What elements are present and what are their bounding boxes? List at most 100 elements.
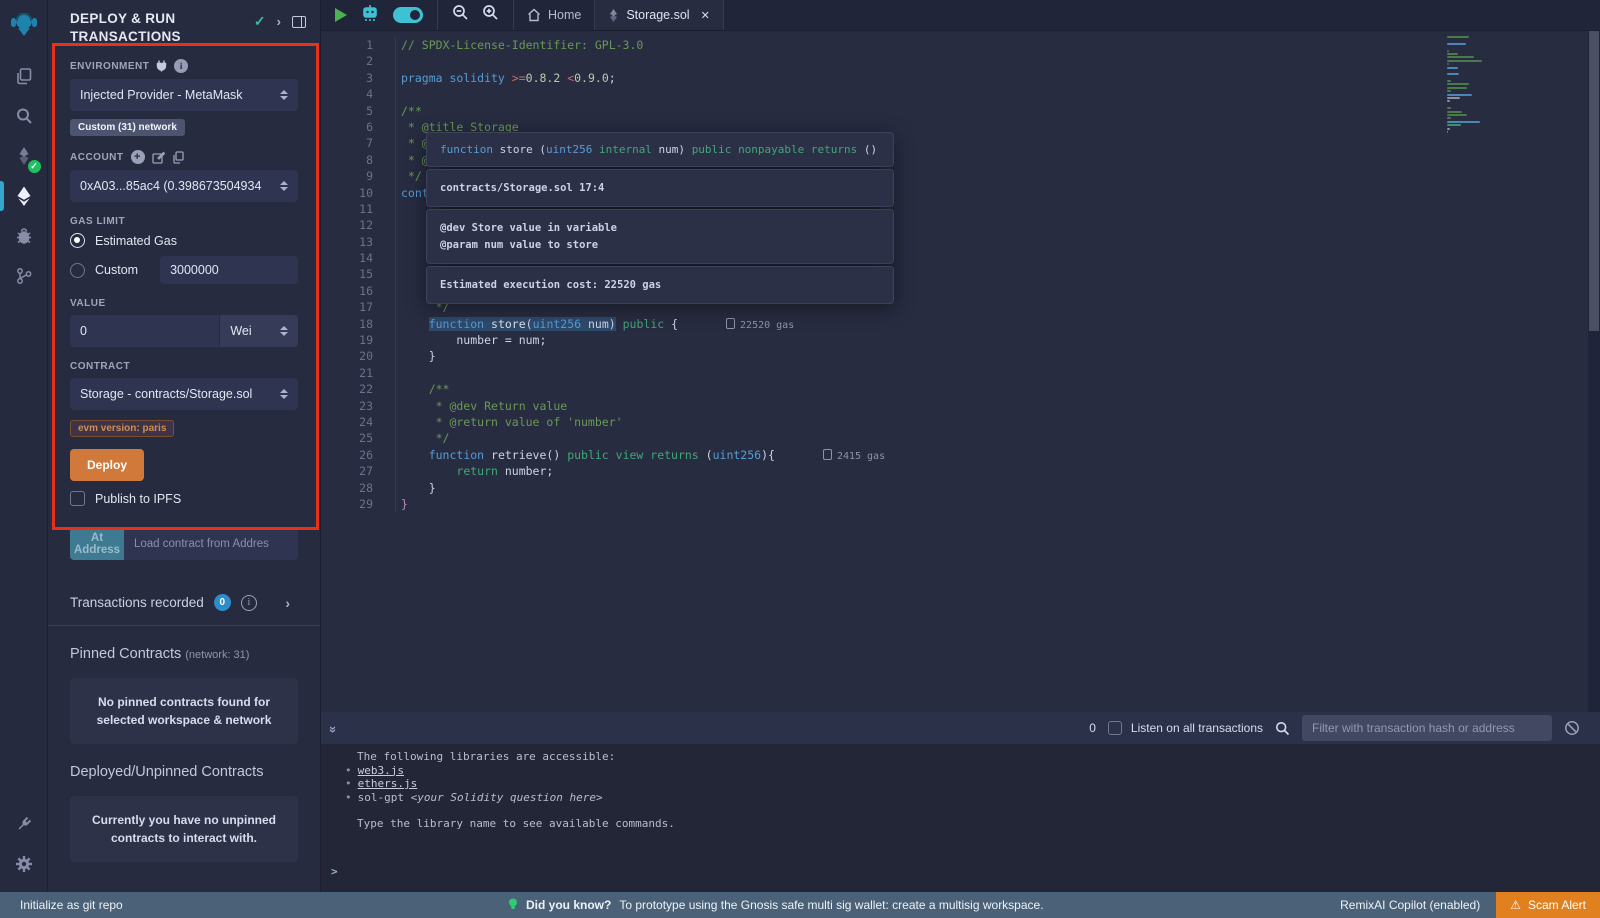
- terminal-intro: The following libraries are accessible:: [345, 750, 1600, 764]
- ethersjs-link[interactable]: ethers.js: [358, 777, 418, 790]
- scam-alert-button[interactable]: ⚠ Scam Alert: [1496, 892, 1600, 918]
- terminal-filter-input[interactable]: [1302, 715, 1552, 741]
- scrollbar-thumb[interactable]: [1589, 31, 1599, 331]
- main-area: Home Storage.sol ✕ 123456789101112131415…: [321, 0, 1600, 892]
- code-editor[interactable]: 1234567891011121314151617181920212223242…: [321, 31, 1600, 712]
- deploy-run-icon[interactable]: [0, 176, 48, 216]
- debugger-icon[interactable]: [0, 216, 48, 256]
- home-icon: [527, 8, 541, 22]
- contract-label: CONTRACT: [70, 361, 130, 372]
- plugin-manager-icon[interactable]: [0, 804, 48, 844]
- zoom-out-icon[interactable]: [452, 4, 469, 26]
- settings-gear-icon[interactable]: [0, 844, 48, 884]
- run-script-button[interactable]: [335, 8, 347, 22]
- contract-section: CONTRACT Storage - contracts/Storage.sol…: [70, 361, 298, 560]
- close-tab-icon[interactable]: ✕: [701, 9, 710, 22]
- pinned-empty-message: No pinned contracts found for selected w…: [70, 678, 298, 744]
- terminal-library-item: sol-gpt <your Solidity question here>: [357, 791, 1600, 805]
- copilot-status[interactable]: RemixAI Copilot (enabled): [1340, 898, 1480, 912]
- custom-gas-radio[interactable]: [70, 263, 85, 278]
- value-input[interactable]: [80, 324, 209, 338]
- environment-label: ENVIRONMENT: [70, 61, 149, 72]
- transactions-expand-icon[interactable]: ›: [285, 595, 290, 611]
- select-caret-icon: [280, 181, 288, 191]
- web3js-link[interactable]: web3.js: [358, 764, 404, 777]
- terminal-collapse-icon[interactable]: »: [326, 725, 341, 730]
- editor-scrollbar[interactable]: [1588, 31, 1600, 712]
- unpinned-empty-message: Currently you have no unpinned contracts…: [70, 796, 298, 862]
- evm-version-badge: evm version: paris: [70, 420, 174, 437]
- function-hover-tooltip: function store (uint256 internal num) pu…: [426, 132, 894, 306]
- pinned-contracts-title: Pinned Contracts: [70, 646, 181, 662]
- solidity-file-icon: [608, 9, 619, 22]
- remix-ide-window: ✓ DEPLOY & RUN TRANSACTIONS ✓ ›: [0, 0, 1600, 918]
- publish-ipfs-label: Publish to IPFS: [95, 492, 181, 506]
- select-caret-icon: [280, 90, 288, 100]
- environment-section: ENVIRONMENT i Injected Provider - MetaMa…: [70, 59, 298, 136]
- account-label: ACCOUNT: [70, 152, 124, 163]
- active-plugin-indicator: [0, 181, 4, 211]
- terminal-tx-count: 0: [1089, 721, 1096, 735]
- transactions-recorded-row: Transactions recorded 0 i ›: [48, 574, 320, 625]
- tab-home[interactable]: Home: [514, 0, 595, 30]
- remix-logo-icon[interactable]: [0, 0, 48, 48]
- line-numbers: 1234567891011121314151617181920212223242…: [321, 37, 395, 512]
- ai-copilot-icon[interactable]: [360, 4, 380, 27]
- panel-pin-icon[interactable]: [292, 16, 306, 28]
- contract-select[interactable]: Storage - contracts/Storage.sol: [70, 378, 298, 410]
- at-address-button[interactable]: At Address: [70, 528, 124, 560]
- account-select[interactable]: 0xA03...85ac4 (0.398673504934: [70, 170, 298, 202]
- file-explorer-icon[interactable]: [0, 56, 48, 96]
- edit-account-icon[interactable]: [152, 151, 165, 164]
- value-label: VALUE: [70, 298, 106, 309]
- tab-storage-sol[interactable]: Storage.sol ✕: [595, 0, 723, 30]
- network-badge: Custom (31) network: [70, 119, 185, 136]
- solidity-compiler-icon[interactable]: ✓: [0, 136, 48, 176]
- deploy-button[interactable]: Deploy: [70, 449, 144, 481]
- estimated-gas-radio[interactable]: [70, 233, 85, 248]
- git-icon[interactable]: [0, 256, 48, 296]
- value-unit-select[interactable]: Wei: [220, 315, 298, 347]
- did-you-know-tip: Did you know? To prototype using the Gno…: [508, 898, 1044, 912]
- terminal-library-item: ethers.js: [357, 777, 1600, 791]
- terminal-toolbar: » 0 Listen on all transactions: [321, 712, 1600, 744]
- editor-toolbar: Home Storage.sol ✕: [321, 0, 1600, 31]
- select-caret-icon: [280, 326, 288, 336]
- copy-account-icon[interactable]: [172, 151, 184, 164]
- copilot-toggle[interactable]: [393, 7, 423, 23]
- listen-all-label: Listen on all transactions: [1131, 721, 1263, 735]
- environment-info-icon[interactable]: i: [174, 59, 188, 73]
- unpinned-contracts-title: Deployed/Unpinned Contracts: [70, 764, 263, 780]
- git-init-button[interactable]: Initialize as git repo: [0, 898, 123, 912]
- unpinned-contracts-section: Deployed/Unpinned Contracts Currently yo…: [48, 764, 320, 882]
- transactions-recorded-label: Transactions recorded: [70, 595, 204, 610]
- deploy-run-panel: DEPLOY & RUN TRANSACTIONS ✓ › ENVIRONMEN…: [48, 0, 321, 892]
- at-address-input[interactable]: [124, 528, 298, 560]
- search-icon[interactable]: [0, 96, 48, 136]
- status-bar: Initialize as git repo Did you know? To …: [0, 892, 1600, 918]
- add-account-icon[interactable]: +: [131, 150, 145, 164]
- environment-select[interactable]: Injected Provider - MetaMask: [70, 79, 298, 111]
- zoom-in-icon[interactable]: [482, 4, 499, 26]
- clear-console-icon[interactable]: [1564, 720, 1580, 736]
- listen-all-checkbox[interactable]: [1108, 721, 1122, 735]
- custom-gas-label: Custom: [95, 263, 138, 277]
- lightbulb-icon: [508, 898, 518, 912]
- minimap[interactable]: [1447, 36, 1527, 134]
- compile-success-badge: ✓: [28, 160, 41, 173]
- terminal-output[interactable]: The following libraries are accessible: …: [321, 744, 1600, 892]
- warning-icon: ⚠: [1510, 898, 1521, 912]
- select-caret-icon: [280, 389, 288, 399]
- custom-gas-input[interactable]: [170, 263, 288, 277]
- tooltip-signature: function store (uint256 internal num) pu…: [426, 132, 894, 167]
- tooltip-gas-cost: Estimated execution cost: 22520 gas: [426, 266, 894, 304]
- plug-icon[interactable]: [156, 60, 167, 72]
- pinned-contracts-section: Pinned Contracts (network: 31) No pinned…: [48, 626, 320, 764]
- terminal-library-item: web3.js: [357, 764, 1600, 778]
- panel-expand-icon[interactable]: ›: [277, 14, 281, 29]
- estimated-gas-label: Estimated Gas: [95, 234, 177, 248]
- transactions-info-icon[interactable]: i: [241, 595, 257, 611]
- publish-ipfs-checkbox[interactable]: [70, 491, 85, 506]
- terminal-prompt[interactable]: >: [331, 865, 338, 878]
- terminal-search-icon[interactable]: [1275, 721, 1290, 736]
